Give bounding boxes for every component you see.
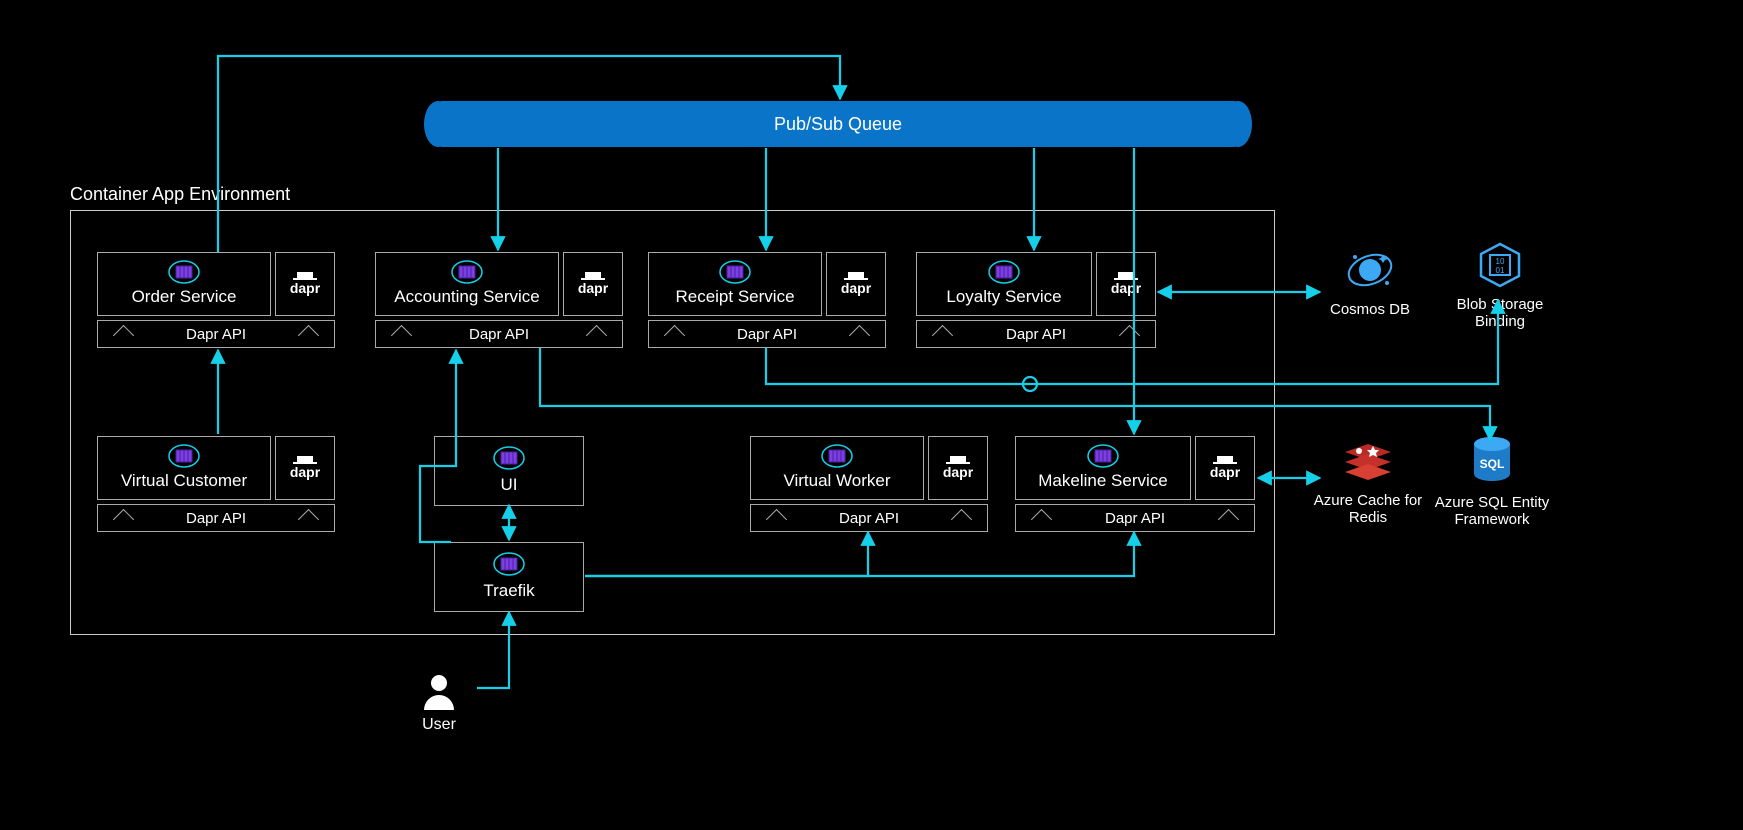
container-icon bbox=[987, 259, 1021, 285]
dapr-api-port: Dapr API bbox=[1015, 504, 1255, 532]
virtual-worker-label: Virtual Worker bbox=[783, 471, 890, 491]
virtual-customer-label: Virtual Customer bbox=[121, 471, 247, 491]
loyalty-service: Loyalty Service dapr Dapr API bbox=[916, 252, 1156, 348]
pubsub-queue-label: Pub/Sub Queue bbox=[774, 114, 902, 135]
makeline-service: Makeline Service dapr Dapr API bbox=[1015, 436, 1255, 532]
sql-label: Azure SQL Entity Framework bbox=[1432, 494, 1552, 529]
blob-storage-label: Blob Storage Binding bbox=[1440, 296, 1560, 331]
svg-text:SQL: SQL bbox=[1480, 457, 1505, 471]
cosmos-db: Cosmos DB bbox=[1310, 245, 1430, 318]
dapr-api-port: Dapr API bbox=[97, 320, 335, 348]
container-env-label: Container App Environment bbox=[70, 184, 290, 205]
svg-text:01: 01 bbox=[1496, 266, 1505, 275]
container-icon bbox=[167, 259, 201, 285]
container-icon bbox=[820, 443, 854, 469]
pubsub-queue: Pub/Sub Queue bbox=[438, 101, 1238, 147]
container-icon bbox=[1086, 443, 1120, 469]
diagram-canvas: Pub/Sub Queue Container App Environment … bbox=[0, 0, 1743, 830]
blob-storage-binding: 10 01 Blob Storage Binding bbox=[1440, 240, 1560, 331]
dapr-sidecar: dapr bbox=[275, 436, 335, 500]
container-icon bbox=[492, 551, 526, 577]
receipt-service-label: Receipt Service bbox=[675, 287, 794, 307]
redis-icon bbox=[1341, 436, 1395, 486]
container-icon bbox=[718, 259, 752, 285]
loyalty-service-label: Loyalty Service bbox=[946, 287, 1061, 307]
dapr-api-port: Dapr API bbox=[648, 320, 886, 348]
traefik-label: Traefik bbox=[483, 581, 534, 601]
dapr-sidecar: dapr bbox=[275, 252, 335, 316]
dapr-api-port: Dapr API bbox=[97, 504, 335, 532]
dapr-api-port: Dapr API bbox=[750, 504, 988, 532]
traefik-service: Traefik bbox=[434, 542, 584, 612]
order-service-label: Order Service bbox=[132, 287, 237, 307]
dapr-api-port: Dapr API bbox=[916, 320, 1156, 348]
user-actor: User bbox=[418, 670, 460, 734]
dapr-sidecar: dapr bbox=[928, 436, 988, 500]
container-icon bbox=[492, 445, 526, 471]
redis-label: Azure Cache for Redis bbox=[1308, 492, 1428, 527]
blob-storage-icon: 10 01 bbox=[1475, 240, 1525, 290]
dapr-api-port: Dapr API bbox=[375, 320, 623, 348]
virtual-customer: Virtual Customer dapr Dapr API bbox=[97, 436, 335, 532]
azure-cache-redis: Azure Cache for Redis bbox=[1308, 436, 1428, 527]
ui-service: UI bbox=[434, 436, 584, 506]
container-icon bbox=[450, 259, 484, 285]
svg-text:10: 10 bbox=[1496, 257, 1505, 266]
user-label: User bbox=[422, 716, 456, 734]
makeline-service-label: Makeline Service bbox=[1038, 471, 1167, 491]
order-service: Order Service dapr Dapr API bbox=[97, 252, 335, 348]
cosmos-db-icon bbox=[1345, 245, 1395, 295]
accounting-service-label: Accounting Service bbox=[394, 287, 540, 307]
ui-label: UI bbox=[501, 475, 518, 495]
sql-icon: SQL bbox=[1467, 434, 1517, 488]
user-icon bbox=[418, 670, 460, 712]
cosmos-db-label: Cosmos DB bbox=[1330, 301, 1410, 318]
virtual-worker: Virtual Worker dapr Dapr API bbox=[750, 436, 988, 532]
container-icon bbox=[167, 443, 201, 469]
dapr-sidecar: dapr bbox=[1096, 252, 1156, 316]
receipt-service: Receipt Service dapr Dapr API bbox=[648, 252, 886, 348]
azure-sql: SQL Azure SQL Entity Framework bbox=[1432, 434, 1552, 529]
dapr-sidecar: dapr bbox=[826, 252, 886, 316]
dapr-sidecar: dapr bbox=[563, 252, 623, 316]
accounting-service: Accounting Service dapr Dapr API bbox=[375, 252, 623, 348]
dapr-sidecar: dapr bbox=[1195, 436, 1255, 500]
